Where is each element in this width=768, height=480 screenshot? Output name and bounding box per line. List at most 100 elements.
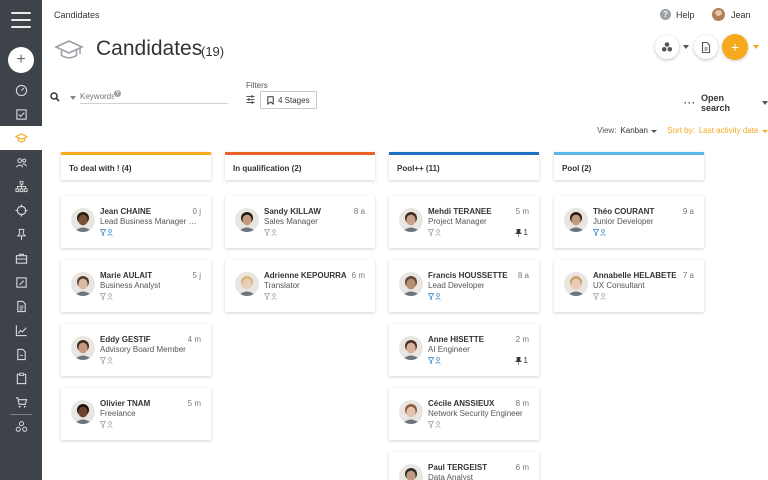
search-icon[interactable] <box>50 92 60 102</box>
sidebar-item-integrations[interactable] <box>0 414 42 438</box>
candidate-name[interactable]: Francis HOUSSETTE <box>428 271 508 280</box>
chevron-down-icon[interactable] <box>683 45 689 49</box>
column-header[interactable]: Pool++ (11) <box>389 152 539 180</box>
avatar <box>71 208 95 232</box>
status-icons <box>100 293 113 300</box>
candidate-card[interactable]: Marie AULAIT Business Analyst 5 j <box>61 260 211 312</box>
breadcrumb[interactable]: Candidates <box>54 10 100 20</box>
sidebar-item-cart[interactable] <box>0 390 42 414</box>
sidebar-item-documents[interactable] <box>0 294 42 318</box>
candidate-card[interactable]: Théo COURANT Junior Developer 9 a <box>554 196 704 248</box>
sort-select[interactable]: Last activity date <box>699 126 768 135</box>
keywords-field[interactable]: ? <box>80 88 228 104</box>
avatar <box>71 336 95 360</box>
stages-filter-button[interactable]: 4 Stages <box>260 91 317 109</box>
candidate-card[interactable]: Olivier TNAM Freelance 5 m <box>61 388 211 440</box>
candidate-card[interactable]: Jean CHAINE Lead Business Manager at ... 0… <box>61 196 211 248</box>
sliders-icon[interactable] <box>246 95 255 104</box>
help-link[interactable]: ? Help <box>660 9 695 20</box>
candidate-role: Network Security Engineer <box>428 409 523 418</box>
view-select[interactable]: Kanban <box>620 126 658 135</box>
last-activity-time: 0 j <box>192 207 201 216</box>
candidate-card[interactable]: Eddy GESTIF Advisory Board Member 4 m <box>61 324 211 376</box>
person-icon <box>435 229 441 236</box>
status-icons <box>428 229 441 236</box>
sidebar-item-tasks[interactable] <box>0 102 42 126</box>
add-button[interactable]: + <box>8 47 34 73</box>
person-icon <box>600 293 606 300</box>
candidate-role: UX Consultant <box>593 281 645 290</box>
sidebar-item-contacts[interactable] <box>0 150 42 174</box>
last-activity-time: 5 m <box>515 207 529 216</box>
column-header[interactable]: In qualification (2) <box>225 152 375 180</box>
candidate-name[interactable]: Cécile ANSSIEUX <box>428 399 494 408</box>
cart-icon <box>15 396 27 408</box>
pin-icon <box>514 356 522 365</box>
chevron-down-icon <box>651 130 658 133</box>
candidate-role: Business Analyst <box>100 281 161 290</box>
status-icons <box>593 293 606 300</box>
column-header[interactable]: To deal with ! (4) <box>61 152 211 180</box>
candidate-count: (19) <box>201 44 225 59</box>
export-button[interactable] <box>694 35 718 59</box>
sidebar-item-notes[interactable] <box>0 270 42 294</box>
menu-icon[interactable] <box>11 12 31 28</box>
chevron-down-icon[interactable] <box>70 96 76 100</box>
open-search-button[interactable]: ··· Open search <box>684 93 768 113</box>
briefcase-icon <box>15 253 27 264</box>
connections-icon <box>661 42 673 52</box>
edit-icon <box>15 276 27 288</box>
sidebar-item-clipboard[interactable] <box>0 366 42 390</box>
column-header[interactable]: Pool (2) <box>554 152 704 180</box>
file-icon <box>701 41 711 53</box>
candidate-card[interactable]: Sandy KILLAW Sales Manager 8 a <box>225 196 375 248</box>
candidate-card[interactable]: Paul TERGEIST Data Analyst 6 m <box>389 452 539 480</box>
avatar <box>399 400 423 424</box>
sidebar-item-candidates[interactable] <box>0 126 42 150</box>
person-icon <box>107 357 113 364</box>
candidate-card[interactable]: Adrienne KEPOURRA Translator 6 m <box>225 260 375 312</box>
pinned-count[interactable]: 1 <box>514 228 528 237</box>
sidebar-item-target[interactable] <box>0 198 42 222</box>
funnel-icon <box>593 293 599 300</box>
candidate-role: Freelance <box>100 409 136 418</box>
candidate-card[interactable]: Anne HISETTE AI Engineer 2 m 1 <box>389 324 539 376</box>
candidate-name[interactable]: Adrienne KEPOURRA <box>264 271 347 280</box>
avatar <box>235 272 259 296</box>
candidate-name[interactable]: Théo COURANT <box>593 207 654 216</box>
candidate-card[interactable]: Mehdi TERANEE Project Manager 5 m 1 <box>389 196 539 248</box>
candidate-name[interactable]: Sandy KILLAW <box>264 207 321 216</box>
candidate-name[interactable]: Mehdi TERANEE <box>428 207 492 216</box>
funnel-icon <box>100 229 106 236</box>
candidate-name[interactable]: Anne HISETTE <box>428 335 484 344</box>
chevron-down-icon <box>761 130 768 133</box>
open-search-label: Open search <box>701 93 731 113</box>
avatar <box>399 208 423 232</box>
chevron-down-icon[interactable] <box>753 45 759 49</box>
candidate-name[interactable]: Eddy GESTIF <box>100 335 151 344</box>
column-title: Pool++ (11) <box>397 164 440 173</box>
sidebar-item-dashboard[interactable] <box>0 78 42 102</box>
candidate-card[interactable]: Annabelle HELABETE UX Consultant 7 a <box>554 260 704 312</box>
candidate-name[interactable]: Paul TERGEIST <box>428 463 487 472</box>
pinned-count[interactable]: 1 <box>514 356 528 365</box>
candidate-name[interactable]: Annabelle HELABETE <box>593 271 677 280</box>
candidate-card[interactable]: Cécile ANSSIEUX Network Security Engineer… <box>389 388 539 440</box>
keywords-input[interactable] <box>80 88 114 101</box>
candidate-name[interactable]: Jean CHAINE <box>100 207 151 216</box>
candidate-name[interactable]: Marie AULAIT <box>100 271 152 280</box>
sidebar: + <box>0 0 42 480</box>
sidebar-item-reports[interactable] <box>0 318 42 342</box>
sidebar-item-jobs[interactable] <box>0 246 42 270</box>
merge-button[interactable] <box>655 35 679 59</box>
user-menu[interactable]: Jean <box>712 8 751 21</box>
sidebar-item-organization[interactable] <box>0 174 42 198</box>
help-icon[interactable]: ? <box>114 90 121 97</box>
add-candidate-button[interactable]: + <box>722 34 748 60</box>
candidate-card[interactable]: Francis HOUSSETTE Lead Developer 8 a <box>389 260 539 312</box>
sidebar-item-pins[interactable] <box>0 222 42 246</box>
funnel-icon <box>593 229 599 236</box>
sidebar-item-invoices[interactable] <box>0 342 42 366</box>
candidate-name[interactable]: Olivier TNAM <box>100 399 150 408</box>
last-activity-time: 8 a <box>353 207 365 216</box>
